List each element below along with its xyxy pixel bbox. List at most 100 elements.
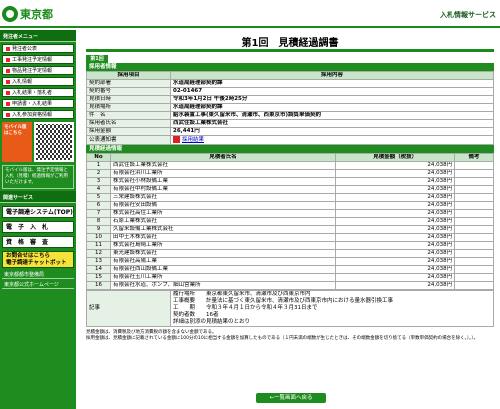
sidebar-nav-item[interactable]: 入札参加資格情報 — [2, 110, 74, 119]
bidder-name: 有限会社高陽工業 — [109, 257, 337, 266]
service-button[interactable]: 電子調達システム(TOP) — [2, 206, 74, 218]
bid-amount: 24,038円 — [335, 169, 456, 178]
mobile-promo: モバイル版はこちら — [2, 122, 74, 162]
sidebar-nav-label: 発注者公表 — [12, 46, 38, 52]
row-number: 10 — [86, 233, 111, 242]
bullet-icon — [6, 112, 10, 117]
bid-remarks — [454, 193, 494, 202]
adopter-row: 契約番号 02-01467 — [86, 87, 494, 96]
mobile-version-link[interactable]: モバイル版はこちら — [2, 122, 32, 162]
adopter-col-content: 採用内容 — [170, 71, 494, 80]
tokyo-emblem-icon — [2, 6, 18, 22]
notice-link[interactable]: 採用結果 — [182, 137, 204, 143]
history-section-header: 見積経過情報 — [86, 145, 494, 153]
sidebar-nav-item[interactable]: 物品発注予定情報 — [2, 66, 74, 75]
adopter-row: 件 名給水装置工事(東久留米市、清瀬市、西東京市)調負単価契約 — [86, 111, 494, 120]
table-row: 14 有限会社西山設備工業 24,038円 — [86, 265, 494, 274]
main-content: 第1回 見積経過調書 第1回 採用者情報 採用項目 採用内容 契約部署 水道局経理… — [86, 30, 494, 409]
table-row: 4 有限会社中村設備工業 24,038円 — [86, 185, 494, 194]
table-row: 15 有限会社玉川工業所 24,038円 — [86, 273, 494, 282]
bid-amount: 24,038円 — [335, 217, 456, 226]
adopter-key: 採用金額 — [86, 127, 171, 136]
adopter-value: 水道局経理部契約課 — [170, 79, 494, 88]
table-row: 2 有限会社浜川工業所 24,038円 — [86, 169, 494, 178]
sidebar-link[interactable]: 東京都都市整備局 — [2, 271, 74, 279]
tokyo-logo[interactable]: 東京都 — [2, 4, 64, 24]
adopter-section-header: 採用者情報 — [86, 63, 494, 71]
bidder-name: 株式会社島崎工業所 — [109, 241, 337, 250]
row-number: 8 — [86, 217, 111, 226]
sidebar-nav-label: 入札結果・落札者 — [12, 90, 53, 96]
bullet-icon — [6, 101, 10, 106]
bidder-name: 三栄建設株式会社 — [109, 193, 337, 202]
service-button[interactable]: 資 格 審 査 — [2, 236, 74, 248]
service-header: 関連サービス — [0, 191, 76, 203]
bid-remarks — [454, 281, 494, 290]
adopter-col-item: 採用項目 — [86, 71, 171, 80]
bidder-name: 西武住設工業株式会社 — [109, 161, 337, 170]
logo-text: 東京都 — [20, 8, 53, 21]
adopter-value[interactable]: 採用結果 — [170, 135, 494, 145]
bid-remarks — [454, 257, 494, 266]
bid-amount: 24,038円 — [335, 273, 456, 282]
sidebar: 発注者メニュー 発注者公表工事発注予定情報 物品発注予定情報 入札情報入札結果・落札… — [0, 30, 76, 409]
row-number: 9 — [86, 225, 111, 234]
bid-amount: 24,038円 — [335, 161, 456, 170]
top-header: 東京都 入札情報サービス — [0, 0, 500, 28]
bid-amount: 24,038円 — [335, 193, 456, 202]
tab-round-1[interactable]: 第1回 — [86, 55, 108, 63]
sidebar-nav-item[interactable]: 入札情報 — [2, 77, 74, 86]
table-row: 11 株式会社島崎工業所 24,038円 — [86, 241, 494, 250]
row-number: 4 — [86, 185, 111, 194]
adopter-value: 水道局経理部契約課 — [170, 103, 494, 112]
sidebar-nav-item[interactable]: 発注者公表 — [2, 44, 74, 53]
bid-remarks — [454, 265, 494, 274]
service-button[interactable]: 電 子 入 札 — [2, 221, 74, 233]
service-button[interactable]: お問合せはこちら 電子調達チャットボット — [2, 251, 74, 268]
mobile-description: モバイル版は、発注予定情報と入札（見積）経過情報がご利用いただけます。 — [2, 165, 74, 189]
bid-remarks — [454, 161, 494, 170]
page-title: 第1回 見積経過調書 — [241, 38, 339, 49]
row-number: 14 — [86, 265, 111, 274]
bid-remarks — [454, 233, 494, 242]
adopter-value: 給水装置工事(東久留米市、清瀬市、西東京市)調負単価契約 — [170, 111, 494, 120]
sidebar-nav-item[interactable]: 工事発注予定情報 — [2, 55, 74, 64]
bid-remarks — [454, 201, 494, 210]
table-row: 9 久留米設備工業株式会社 24,038円 — [86, 225, 494, 234]
remarks-table: 記事 履行場所 東京都東久留米市、清瀬市及び西東京市内 工事概要 計量法に基づく東… — [86, 290, 494, 327]
bidder-name: 有限会社水道、ポンプ、細山営業所 — [109, 281, 337, 290]
back-to-list-button[interactable]: ←一覧画面へ戻る — [256, 393, 326, 403]
adopter-key: 公表通知書 — [86, 135, 171, 145]
bidder-name: 有限会社浜川工業所 — [109, 169, 337, 178]
footnote-line: 採用金額は、見積金額に記載されている金額に100分の10に相当する金額を加算した… — [86, 336, 479, 341]
bidder-name: 有限会社西山設備工業 — [109, 265, 337, 274]
table-row: 7 株式会社高住工業所 24,038円 — [86, 209, 494, 218]
adopter-key: 契約番号 — [86, 87, 171, 96]
bid-amount: 24,038円 — [335, 185, 456, 194]
bidder-name: 石原工業株式会社 — [109, 217, 337, 226]
adopter-row: 採用者氏名 西武住設工業株式会社 — [86, 119, 494, 128]
bid-amount: 24,038円 — [335, 225, 456, 234]
sidebar-menu-header: 発注者メニュー — [0, 30, 76, 42]
title-divider — [86, 49, 494, 52]
table-row: 6 有限会社安田設備 24,038円 — [86, 201, 494, 210]
row-number: 15 — [86, 273, 111, 282]
sidebar-link[interactable]: 東京都公式ホームページ — [2, 281, 74, 289]
table-row: 3 株式会社小林設備工業 24,038円 — [86, 177, 494, 186]
service-button-label: 資 格 審 査 — [6, 239, 49, 246]
sidebar-nav-item[interactable]: 入札結果・落札者 — [2, 88, 74, 97]
adopter-row: 見積日時 令和3年1月2日 午後2時25分 — [86, 95, 494, 104]
bullet-icon — [6, 68, 10, 73]
sidebar-nav-item[interactable]: 申請書・入札結果 — [2, 99, 74, 108]
service-button-label: お問合せはこちら — [6, 253, 51, 259]
qr-code-icon — [34, 122, 74, 162]
bullet-icon — [6, 79, 10, 84]
remarks-line: 工 期 令和３年４月１日から令和４年３月31日まで — [173, 305, 318, 311]
history-table: No 見積者氏名 見積金額（税抜） 備考 1 西武住設工業株式会社 24,038円 2… — [86, 153, 494, 290]
row-number: 11 — [86, 241, 111, 250]
bid-amount: 24,038円 — [335, 177, 456, 186]
remarks-content: 履行場所 東京都東久留米市、清瀬市及び西東京市内 工事概要 計量法に基づく東久留米… — [170, 290, 494, 327]
remarks-line: 履行場所 東京都東久留米市、清瀬市及び西東京市内 — [173, 291, 311, 298]
sidebar-nav-label: 申請書・入札結果 — [12, 101, 53, 107]
adopter-row: 見積場所 水道局経理部契約課 — [86, 103, 494, 112]
